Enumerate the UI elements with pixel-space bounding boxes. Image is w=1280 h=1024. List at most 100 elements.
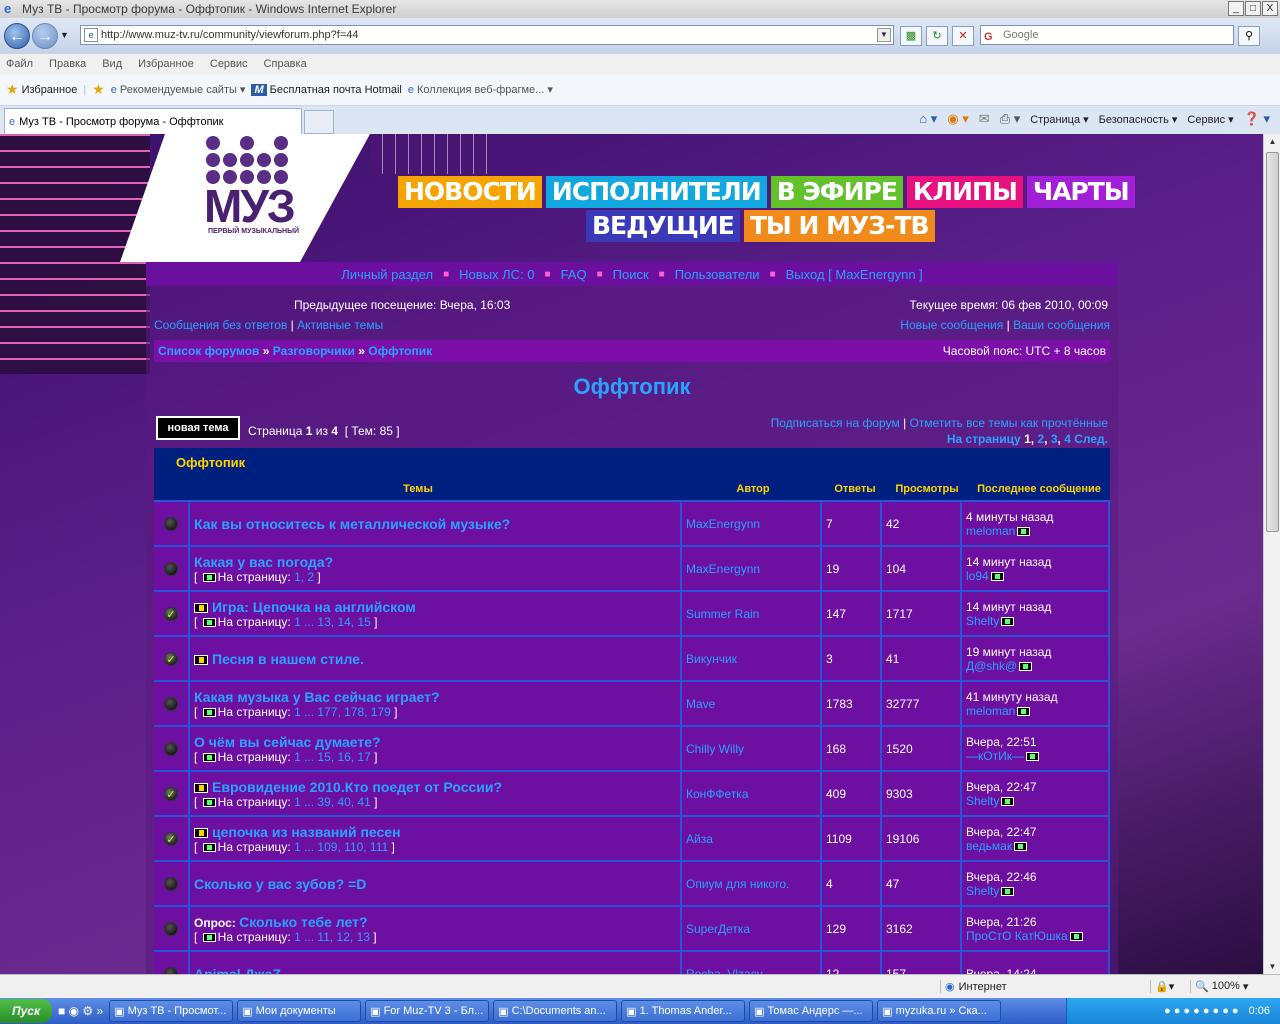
taskbar-task[interactable]: ▣ Мои документы <box>237 1000 362 1022</box>
mail-icon[interactable]: ✉ <box>979 111 990 127</box>
last-post-user[interactable]: Shelty <box>966 884 999 898</box>
topic-page-links[interactable]: 1 ... 109, 110, 111 <box>294 840 388 854</box>
taskbar-task[interactable]: ▣ myzuka.ru » Ска... <box>877 1000 1002 1022</box>
topic-page-links[interactable]: 1 ... 39, 40, 41 <box>294 795 371 809</box>
scroll-thumb[interactable] <box>1266 152 1279 532</box>
last-post-user[interactable]: Shelty <box>966 614 999 628</box>
topic-title-link[interactable]: Евровидение 2010.Кто поедет от России? <box>212 779 502 795</box>
topic-title-link[interactable]: Песня в нашем стиле. <box>212 651 364 667</box>
taskbar-task[interactable]: ▣ Томас Андерс —... <box>749 1000 874 1022</box>
link-new-posts[interactable]: Новые сообщения <box>900 318 1003 332</box>
author-link[interactable]: Опиум для никого. <box>686 877 789 891</box>
menu-file[interactable]: Файл <box>6 58 33 70</box>
history-dropdown-icon[interactable]: ▼ <box>60 30 69 40</box>
vertical-scrollbar[interactable]: ▲ ▼ <box>1263 134 1280 974</box>
author-link[interactable]: SuperДетка <box>686 922 750 936</box>
help-icon[interactable]: ❓ ▾ <box>1244 111 1270 127</box>
last-post-user[interactable]: lo94 <box>966 569 989 583</box>
quicklaunch-icons[interactable]: ■ ◉ ⚙ » <box>58 1004 103 1018</box>
topic-page-links[interactable]: 1 ... 15, 16, 17 <box>294 750 371 764</box>
author-link[interactable]: Айза <box>686 832 713 846</box>
zoom-control[interactable]: 🔍 100% ▾ <box>1190 980 1248 993</box>
link-your-posts[interactable]: Ваши сообщения <box>1013 318 1110 332</box>
link-personal[interactable]: Личный раздел <box>341 267 433 282</box>
search-input[interactable]: G Google <box>980 25 1234 45</box>
nav-artists[interactable]: ИСПОЛНИТЕЛИ <box>545 176 767 208</box>
fav-webslices[interactable]: e Коллекция веб-фрагме... ▾ <box>408 83 553 97</box>
last-post-user[interactable]: Д@shk@ <box>966 659 1017 673</box>
link-users[interactable]: Пользователи <box>675 267 760 282</box>
link-search[interactable]: Поиск <box>613 267 649 282</box>
author-link[interactable]: Summer Rain <box>686 607 759 621</box>
menu-edit[interactable]: Правка <box>49 58 86 70</box>
topic-page-links[interactable]: 1 ... 13, 14, 15 <box>294 615 371 629</box>
topic-title-link[interactable]: О чём вы сейчас думаете? <box>194 734 381 750</box>
nav-clips[interactable]: КЛИПЫ <box>906 176 1023 208</box>
link-unanswered[interactable]: Сообщения без ответов <box>154 318 287 332</box>
goto-last-post-icon[interactable] <box>1069 931 1083 941</box>
goto-last-post-icon[interactable] <box>1014 841 1028 851</box>
page-3[interactable]: 3 <box>1051 432 1058 446</box>
maximize-button[interactable]: □ <box>1245 1 1261 16</box>
address-dropdown-icon[interactable]: ▼ <box>877 28 891 42</box>
topic-title-link[interactable]: цепочка из названий песен <box>212 824 401 840</box>
tray-icons[interactable]: ● ● ● ● ● ● ● ● <box>1164 1005 1239 1017</box>
muz-logo[interactable]: МУЗ ПЕРВЫЙ МУЗЫКАЛЬНЫЙ <box>190 136 330 256</box>
link-faq[interactable]: FAQ <box>561 267 587 282</box>
refresh-icon[interactable]: ↻ <box>926 26 948 46</box>
scroll-down-icon[interactable]: ▼ <box>1265 959 1280 974</box>
goto-last-post-icon[interactable] <box>1025 751 1039 761</box>
crumb-index[interactable]: Список форумов <box>158 344 259 358</box>
author-link[interactable]: Mave <box>686 697 715 711</box>
goto-last-post-icon[interactable] <box>1019 661 1033 671</box>
protected-mode-icon[interactable]: 🔒▾ <box>1150 980 1190 993</box>
author-link[interactable]: MaxEnergynn <box>686 517 760 531</box>
topic-title-link[interactable]: Игра: Цепочка на английском <box>212 599 416 615</box>
page-title[interactable]: Оффтопик <box>146 374 1118 400</box>
new-topic-button[interactable]: новая тема <box>156 416 240 440</box>
nav-news[interactable]: НОВОСТИ <box>398 176 542 208</box>
menu-favorites[interactable]: Избранное <box>138 58 194 70</box>
address-field[interactable]: e http://www.muz-tv.ru/community/viewfor… <box>80 25 894 45</box>
goto-last-post-icon[interactable] <box>990 571 1004 581</box>
last-post-user[interactable]: meloman <box>966 524 1015 538</box>
topic-title-link[interactable]: Какая музыка у Вас сейчас играет? <box>194 689 440 705</box>
page-4[interactable]: 4 <box>1064 432 1071 446</box>
link-mark-read[interactable]: Отметить все темы как прочтённые <box>910 416 1108 430</box>
last-post-user[interactable]: ведьмак <box>966 839 1012 853</box>
goto-last-post-icon[interactable] <box>1017 706 1031 716</box>
nav-on-air[interactable]: В ЭФИРЕ <box>770 176 903 208</box>
nav-charts[interactable]: ЧАРТЫ <box>1026 176 1135 208</box>
goto-last-post-icon[interactable] <box>1017 526 1031 536</box>
last-post-user[interactable]: —кОтИк— <box>966 749 1024 763</box>
author-link[interactable]: КонФФетка <box>686 787 749 801</box>
start-button[interactable]: Пуск <box>0 999 52 1023</box>
nav-hosts[interactable]: ВЕДУЩИЕ <box>586 210 740 242</box>
link-active[interactable]: Активные темы <box>297 318 383 332</box>
goto-last-post-icon[interactable] <box>1001 886 1015 896</box>
topic-title-link[interactable]: Animal ДжаZ <box>194 966 281 975</box>
goto-last-post-icon[interactable] <box>1001 616 1015 626</box>
page-next[interactable]: След. <box>1074 432 1108 446</box>
home-icon[interactable]: ⌂ ▾ <box>919 111 937 127</box>
stop-icon[interactable]: ✕ <box>952 26 974 46</box>
table-caption[interactable]: Оффтопик <box>154 448 1110 478</box>
taskbar-task[interactable]: ▣ C:\Documents an... <box>493 1000 618 1022</box>
topic-title-link[interactable]: Сколько тебе лет? <box>239 914 367 930</box>
minimize-button[interactable]: _ <box>1228 1 1244 16</box>
tools-menu[interactable]: Сервис ▾ <box>1187 113 1233 126</box>
rss-icon[interactable]: ◉ ▾ <box>947 111 968 127</box>
taskbar-task[interactable]: ▣ 1. Thomas Ander... <box>621 1000 746 1022</box>
close-button[interactable]: X <box>1262 1 1278 16</box>
taskbar-task[interactable]: ▣ Муз ТВ - Просмот... <box>109 1000 234 1022</box>
new-tab-button[interactable] <box>304 110 334 134</box>
menu-view[interactable]: Вид <box>102 58 122 70</box>
menu-help[interactable]: Справка <box>264 58 307 70</box>
goto-last-post-icon[interactable] <box>1001 796 1015 806</box>
topic-page-links[interactable]: 1, 2 <box>294 570 314 584</box>
author-link[interactable]: MaxEnergynn <box>686 562 760 576</box>
favorites-button[interactable]: ★ Избранное <box>6 81 77 98</box>
last-post-user[interactable]: meloman <box>966 704 1015 718</box>
topic-page-links[interactable]: 1 ... 11, 12, 13 <box>294 930 370 944</box>
security-menu[interactable]: Безопасность ▾ <box>1099 113 1178 126</box>
